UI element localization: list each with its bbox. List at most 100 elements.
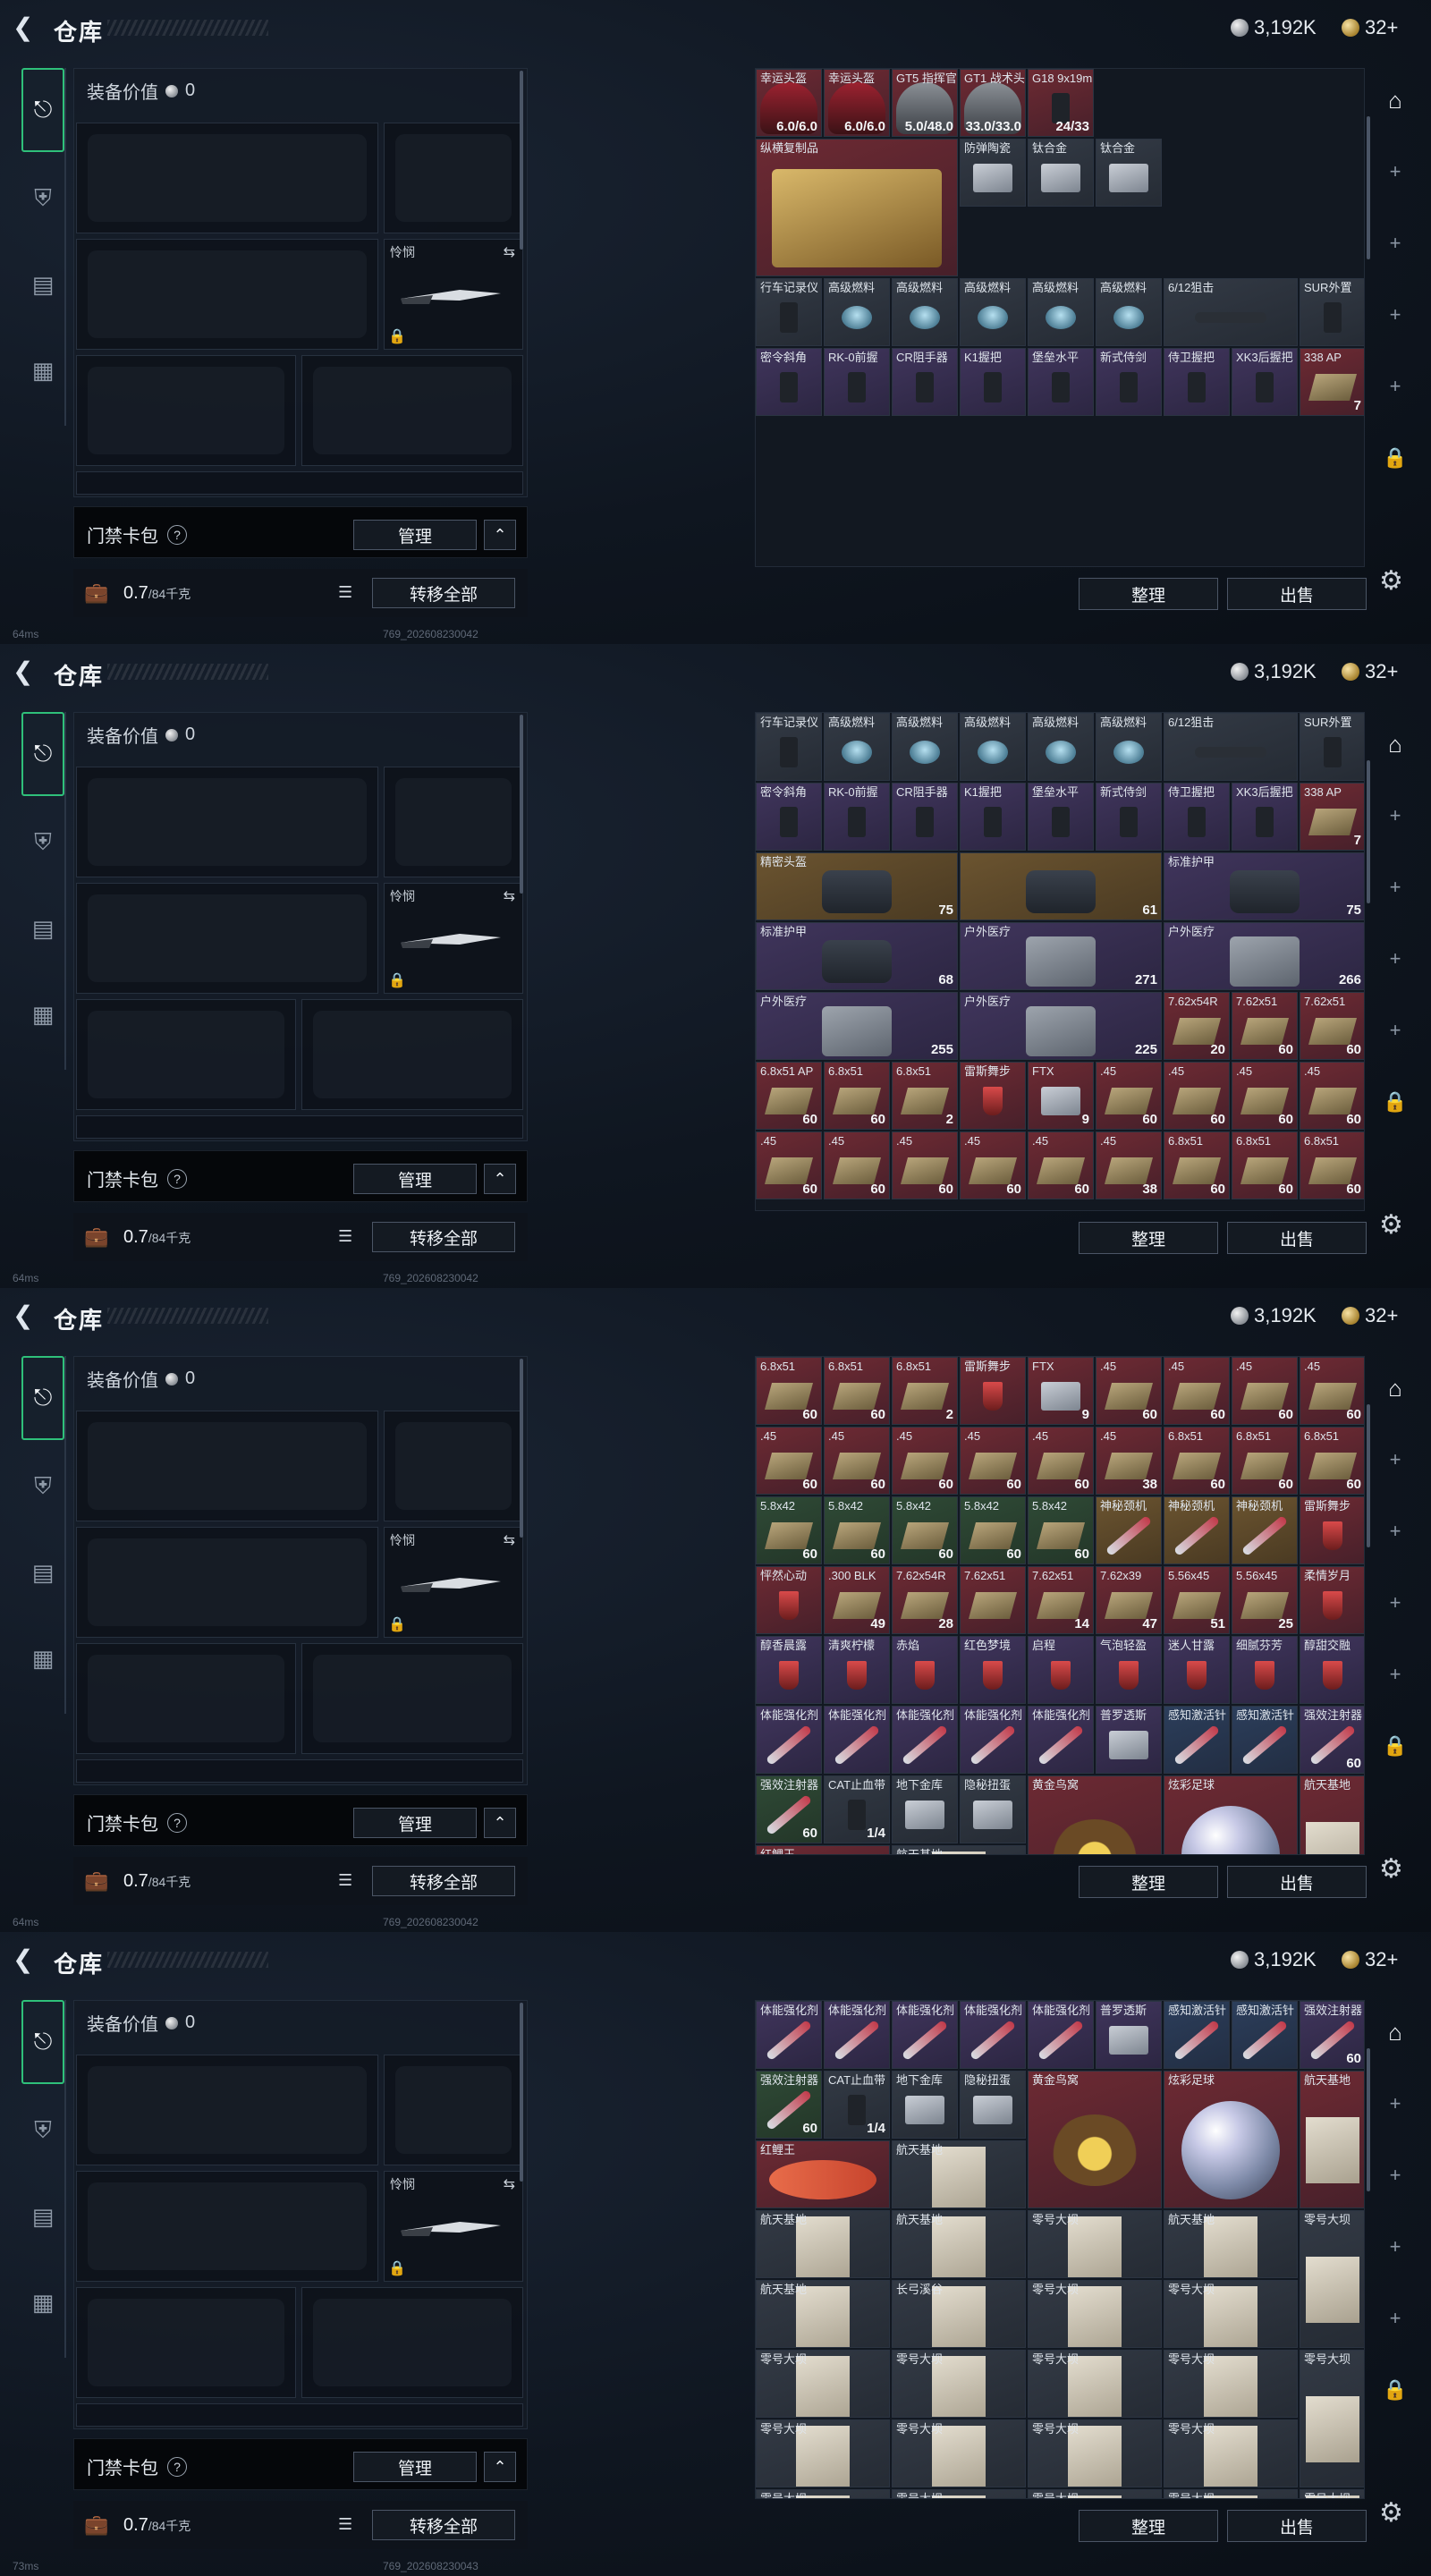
stash-item[interactable]: XK3后握把 xyxy=(1232,783,1298,851)
stash-item[interactable]: 7.62x51 14 xyxy=(1028,1566,1094,1634)
help-icon[interactable]: ? xyxy=(167,524,187,545)
nav-weapons-icon[interactable]: ⎋ xyxy=(21,68,64,152)
stash-item[interactable]: .45 60 xyxy=(824,1427,890,1495)
stash-item[interactable]: .45 60 xyxy=(1096,1062,1162,1130)
stash-item[interactable]: 61 xyxy=(960,852,1162,920)
stash-item[interactable]: 纵横复制品 xyxy=(756,139,958,276)
melee-slot[interactable]: 怜悯 ⇆ 🔒 xyxy=(384,883,523,994)
nav-briefcase-icon[interactable]: ▦ xyxy=(21,993,64,1036)
sort-button[interactable]: 整理 xyxy=(1079,2510,1218,2542)
add-tab-icon[interactable]: + xyxy=(1381,2089,1410,2118)
stash-item[interactable]: 普罗透斯 xyxy=(1096,1706,1162,1774)
stash-item[interactable]: 红鲤王 xyxy=(756,2140,890,2208)
stash-item[interactable]: GT1 战术头盔 33.0/33.0 xyxy=(960,69,1026,137)
stash-item[interactable]: 高级燃料 xyxy=(960,278,1026,346)
nav-armor-icon[interactable]: ⛨ xyxy=(21,1465,64,1508)
settings-gear-icon[interactable]: ⚙ xyxy=(1379,1853,1403,1885)
help-icon[interactable]: ? xyxy=(167,1812,187,1833)
stash-item[interactable]: 防弹陶瓷 xyxy=(960,139,1026,207)
stash-item[interactable]: 侍卫握把 xyxy=(1164,348,1230,416)
stash-item[interactable]: 赤焰 xyxy=(892,1636,958,1704)
stash-item[interactable]: .45 60 xyxy=(892,1131,958,1199)
stash-item[interactable]: 航天基地 xyxy=(756,2280,890,2348)
stash-item[interactable]: 红鲤王 xyxy=(756,1845,890,1854)
nav-armor-icon[interactable]: ⛨ xyxy=(21,821,64,864)
stash-item[interactable]: 隐秘扭蛋 xyxy=(960,1775,1026,1843)
chest-rig-slot[interactable] xyxy=(76,1115,523,1139)
stash-item[interactable]: 零号大坝 xyxy=(1300,2210,1364,2348)
stash-item[interactable]: 体能强化剂 xyxy=(824,2001,890,2069)
stash-item[interactable]: 6.8x51 60 xyxy=(1232,1427,1298,1495)
add-tab-icon[interactable]: + xyxy=(1381,157,1410,186)
stash-item[interactable]: 6/12狙击 xyxy=(1164,278,1298,346)
sort-button[interactable]: 整理 xyxy=(1079,578,1218,610)
stash-item[interactable]: 地下金库 xyxy=(892,2071,958,2139)
stash-item[interactable]: 零号大坝 xyxy=(756,2419,890,2487)
stash-item[interactable]: 零号大坝 xyxy=(1028,2419,1162,2487)
stash-item[interactable]: 7.62x54R 20 xyxy=(1164,992,1230,1060)
add-tab-icon[interactable]: + xyxy=(1381,2233,1410,2261)
stash-item[interactable]: 高级燃料 xyxy=(1096,713,1162,781)
pistol-slot[interactable] xyxy=(384,767,523,877)
stash-item[interactable]: 高级燃料 xyxy=(1028,278,1094,346)
settings-gear-icon[interactable]: ⚙ xyxy=(1379,1209,1403,1241)
stash-item[interactable]: .45 60 xyxy=(892,1427,958,1495)
stash-item[interactable]: .45 60 xyxy=(1232,1357,1298,1425)
loadout-scrollbar[interactable] xyxy=(520,71,523,250)
stash-item[interactable]: 5.56x45 25 xyxy=(1232,1566,1298,1634)
stash-item[interactable]: 黄金鸟窝 xyxy=(1028,2071,1162,2208)
stash-item[interactable]: 行车记录仪 xyxy=(756,278,822,346)
add-tab-icon[interactable]: + xyxy=(1381,2304,1410,2333)
stash-scrollbar[interactable] xyxy=(1367,1404,1370,1547)
stash-item[interactable]: 6/12狙击 xyxy=(1164,713,1298,781)
stash-item[interactable]: 体能强化剂 xyxy=(960,2001,1026,2069)
stash-item[interactable]: GT5 指挥官头盔 5.0/48.0 xyxy=(892,69,958,137)
stash-item[interactable]: 高级燃料 xyxy=(892,713,958,781)
add-tab-icon[interactable]: + xyxy=(1381,945,1410,973)
stash-item[interactable]: 户外医疗 255 xyxy=(756,992,958,1060)
warehouse-tab-icon[interactable]: ⌂ xyxy=(1381,1374,1410,1402)
add-tab-icon[interactable]: + xyxy=(1381,372,1410,401)
pistol-slot[interactable] xyxy=(384,2055,523,2165)
stash-item[interactable]: 感知激活针 xyxy=(1164,1706,1230,1774)
stash-item[interactable]: 高级燃料 xyxy=(1028,713,1094,781)
stash-scrollbar[interactable] xyxy=(1367,760,1370,903)
add-tab-icon[interactable]: + xyxy=(1381,2161,1410,2190)
stash-item[interactable]: 炫彩足球 xyxy=(1164,2071,1298,2208)
stash-item[interactable]: 强效注射器 60 xyxy=(756,1775,822,1843)
stash-item[interactable]: CAT止血带 1/4 xyxy=(824,2071,890,2139)
stash-item[interactable]: 雷斯舞步 xyxy=(960,1062,1026,1130)
nav-weapons-icon[interactable]: ⎋ xyxy=(21,2000,64,2084)
stash-item[interactable]: 户外医疗 271 xyxy=(960,922,1162,990)
stash-item[interactable]: 航天基地 xyxy=(1300,1775,1364,1854)
stash-item[interactable]: 地下金库 xyxy=(892,1775,958,1843)
stash-item[interactable]: 航天基地 xyxy=(892,1845,1026,1854)
nav-clipboard-icon[interactable]: ▤ xyxy=(21,263,64,306)
stash-item[interactable]: 零号大坝 xyxy=(1028,2489,1162,2498)
stash-item[interactable]: 细腻芬芳 xyxy=(1232,1636,1298,1704)
add-tab-icon[interactable]: + xyxy=(1381,873,1410,902)
stash-item[interactable]: CAT止血带 1/4 xyxy=(824,1775,890,1843)
stash-item[interactable]: 5.8x42 60 xyxy=(1028,1496,1094,1564)
transfer-all-button[interactable]: 转移全部 xyxy=(372,1222,515,1252)
stash-item[interactable]: .45 60 xyxy=(1164,1357,1230,1425)
back-chevron-icon[interactable]: ❮ xyxy=(13,1302,38,1329)
stash-item[interactable]: K1握把 xyxy=(960,783,1026,851)
primary-weapon-slot[interactable] xyxy=(76,2055,378,2165)
pistol-slot[interactable] xyxy=(384,1411,523,1521)
stash-item[interactable]: .45 60 xyxy=(960,1427,1026,1495)
stash-item[interactable]: 体能强化剂 xyxy=(1028,1706,1094,1774)
stash-item[interactable]: 气泡轻盈 xyxy=(1096,1636,1162,1704)
collapse-chevron-up-icon[interactable]: ⌃ xyxy=(484,1164,516,1194)
stash-item[interactable]: 航天基地 xyxy=(1300,2071,1364,2208)
stash-item[interactable]: 零号大坝 xyxy=(1028,2280,1162,2348)
stash-item[interactable]: 6.8x51 60 xyxy=(1300,1131,1364,1199)
stash-item[interactable]: 怦然心动 xyxy=(756,1566,822,1634)
stash-item[interactable]: 航天基地 xyxy=(756,2210,890,2278)
stash-item[interactable]: XK3后握把 xyxy=(1232,348,1298,416)
stash-item[interactable]: 7.62x51 60 xyxy=(1300,992,1364,1060)
nav-briefcase-icon[interactable]: ▦ xyxy=(21,2281,64,2324)
stash-item[interactable]: .45 60 xyxy=(1028,1131,1094,1199)
secondary-weapon-slot[interactable] xyxy=(76,239,378,350)
primary-weapon-slot[interactable] xyxy=(76,767,378,877)
